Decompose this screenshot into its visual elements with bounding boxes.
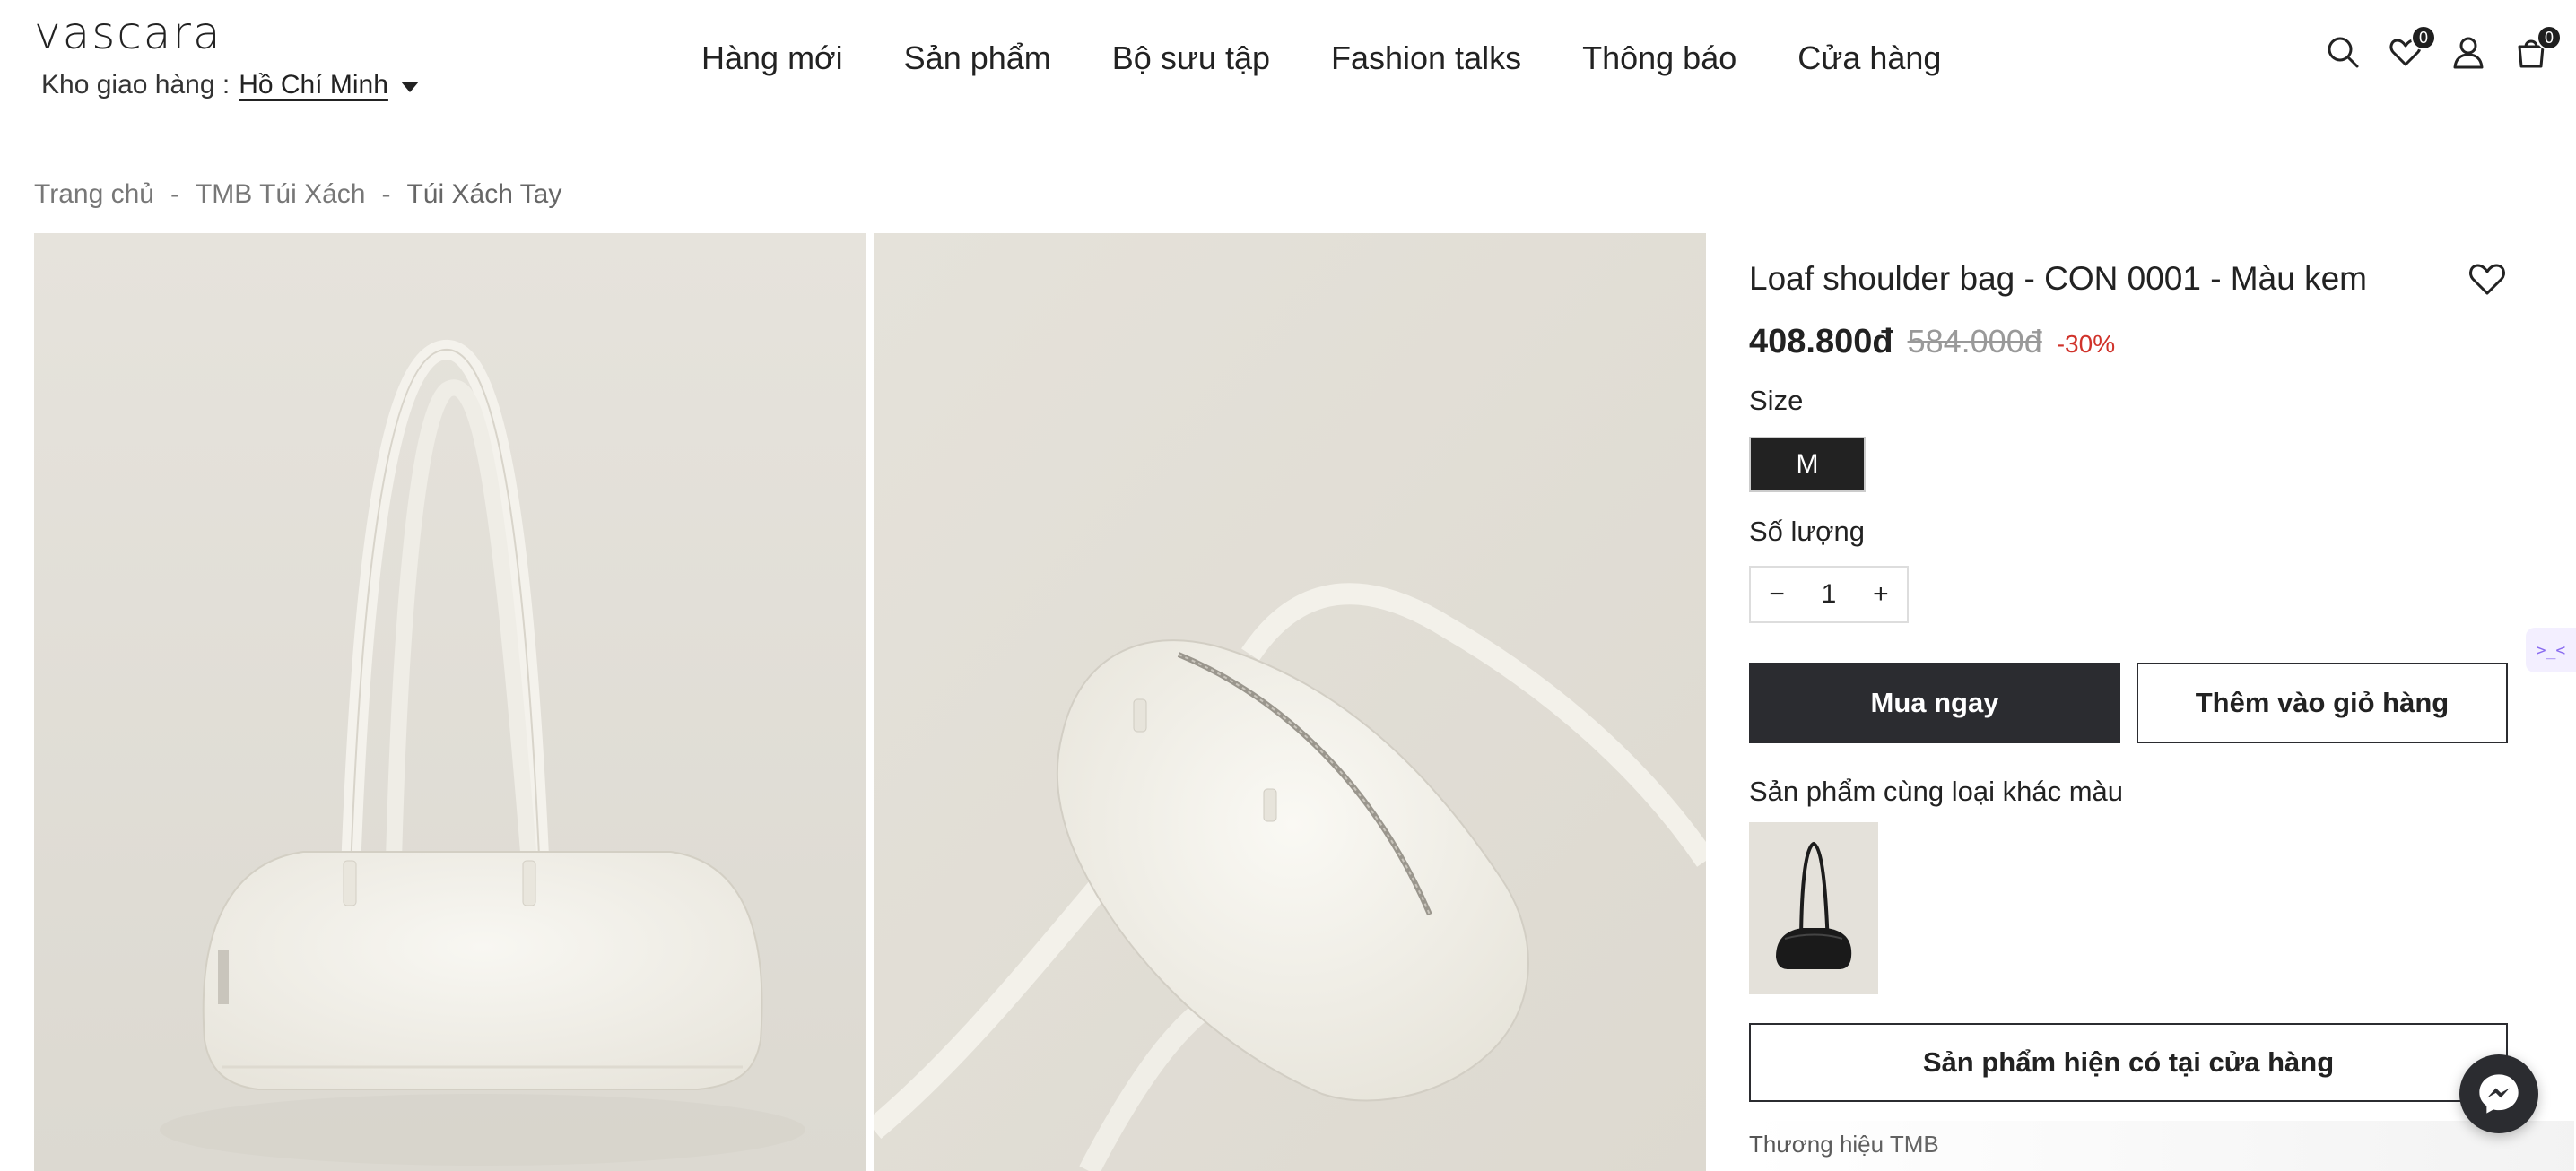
cart-button[interactable]: 0 <box>2513 25 2562 70</box>
messenger-chat-button[interactable] <box>2459 1054 2538 1133</box>
nav-item-stores[interactable]: Cửa hàng <box>1797 39 1941 77</box>
sale-price: 408.800đ <box>1749 323 1893 360</box>
delivery-location: Kho giao hàng : Hồ Chí Minh <box>41 70 419 100</box>
product-info: Loaf shoulder bag - CON 0001 - Màu kem 4… <box>1749 233 2508 1158</box>
breadcrumb-current[interactable]: Túi Xách Tay <box>406 179 561 210</box>
breadcrumb-separator: - <box>170 179 179 209</box>
product-image-front[interactable] <box>34 233 866 1171</box>
store-availability-button[interactable]: Sản phẩm hiện có tại cửa hàng <box>1749 1023 2508 1102</box>
product-image-angle[interactable] <box>874 233 1706 1171</box>
size-label: Size <box>1749 385 1804 416</box>
nav-item-collections[interactable]: Bộ sưu tập <box>1112 39 1270 77</box>
nav-item-new[interactable]: Hàng mới <box>701 39 843 77</box>
nav-item-products[interactable]: Sản phẩm <box>904 39 1051 77</box>
buy-now-button[interactable]: Mua ngay <box>1749 663 2120 743</box>
size-option-m[interactable]: M <box>1749 437 1866 492</box>
breadcrumb-separator: - <box>381 179 391 209</box>
purchase-actions: Mua ngay Thêm vào giỏ hàng <box>1749 663 2508 743</box>
wishlist-count-badge: 0 <box>2411 25 2436 50</box>
nav-item-fashion-talks[interactable]: Fashion talks <box>1331 39 1521 77</box>
header-icons: 0 0 <box>2325 25 2562 70</box>
add-to-wishlist-button[interactable] <box>2467 258 2508 299</box>
nav-item-announcements[interactable]: Thông báo <box>1582 39 1736 77</box>
main-nav: Hàng mới Sản phẩm Bộ sưu tập Fashion tal… <box>701 39 1941 77</box>
color-variants-label: Sản phẩm cùng loại khác màu <box>1749 776 2124 807</box>
delivery-city-selector[interactable]: Hồ Chí Minh <box>239 70 419 100</box>
caret-down-icon <box>400 82 419 92</box>
product-gallery <box>34 233 1706 1171</box>
discount-badge: -30% <box>2056 330 2116 358</box>
delivery-label: Kho giao hàng : <box>41 70 231 100</box>
messenger-icon <box>2479 1074 2519 1114</box>
product-title: Loaf shoulder bag - CON 0001 - Màu kem <box>1749 260 2367 297</box>
user-icon[interactable] <box>2450 34 2486 70</box>
wishlist-button[interactable]: 0 <box>2388 25 2436 70</box>
side-widget-tab[interactable]: >_< <box>2526 628 2576 672</box>
quantity-stepper: − 1 + <box>1749 566 1909 623</box>
breadcrumb: Trang chủ - TMB Túi Xách - Túi Xách Tay <box>34 179 561 210</box>
quantity-value[interactable]: 1 <box>1822 579 1837 610</box>
quantity-label: Số lượng <box>1749 516 1865 547</box>
cart-count-badge: 0 <box>2537 25 2562 50</box>
breadcrumb-home[interactable]: Trang chủ <box>34 179 154 210</box>
brand-logo[interactable]: vascara <box>34 7 222 59</box>
breadcrumb-category[interactable]: TMB Túi Xách <box>196 179 366 210</box>
price-row: 408.800đ 584.000đ -30% <box>1749 323 2508 361</box>
brand-label: Thương hiệu TMB <box>1749 1131 1939 1158</box>
search-icon[interactable] <box>2325 34 2361 70</box>
add-to-cart-button[interactable]: Thêm vào giỏ hàng <box>2136 663 2508 743</box>
quantity-decrease-button[interactable]: − <box>1769 579 1785 610</box>
heart-icon <box>2469 264 2505 295</box>
color-variant-black[interactable] <box>1749 822 1878 994</box>
original-price: 584.000đ <box>1907 323 2042 360</box>
delivery-city: Hồ Chí Minh <box>239 70 388 100</box>
quantity-increase-button[interactable]: + <box>1873 579 1889 610</box>
